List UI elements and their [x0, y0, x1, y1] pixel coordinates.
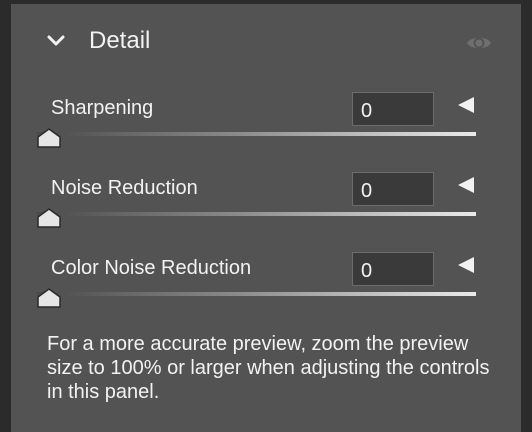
panel-header[interactable]: Detail — [11, 4, 521, 78]
noise-reduction-value-input[interactable] — [352, 172, 434, 206]
chevron-down-icon[interactable] — [45, 30, 67, 52]
noise-reduction-slider-track[interactable] — [37, 212, 476, 216]
sharpening-slider-thumb[interactable] — [36, 127, 62, 149]
preview-info-text: For a more accurate preview, zoom the pr… — [47, 333, 490, 403]
panel-title: Detail — [89, 27, 151, 54]
noise-reduction-slider-thumb[interactable] — [36, 207, 62, 229]
color-noise-reduction-slider-thumb[interactable] — [36, 287, 62, 309]
noise-reduction-reset-arrow-icon[interactable] — [458, 177, 474, 193]
sharpening-label: Sharpening — [51, 97, 154, 119]
sharpening-value-input[interactable] — [352, 92, 434, 126]
sharpening-slider-track[interactable] — [37, 132, 476, 136]
eye-icon[interactable] — [466, 34, 492, 52]
sharpening-reset-arrow-icon[interactable] — [458, 97, 474, 113]
color-noise-reduction-control: Color Noise Reduction — [11, 252, 521, 322]
noise-reduction-label: Noise Reduction — [51, 177, 198, 199]
app-window: Detail Sharpening Noise Reduction — [0, 0, 532, 432]
detail-panel: Detail Sharpening Noise Reduction — [11, 4, 521, 432]
noise-reduction-control: Noise Reduction — [11, 172, 521, 242]
color-noise-reduction-slider-track[interactable] — [37, 292, 476, 296]
color-noise-reduction-reset-arrow-icon[interactable] — [458, 257, 474, 273]
sharpening-control: Sharpening — [11, 92, 521, 162]
color-noise-reduction-value-input[interactable] — [352, 252, 434, 286]
color-noise-reduction-label: Color Noise Reduction — [51, 257, 252, 279]
